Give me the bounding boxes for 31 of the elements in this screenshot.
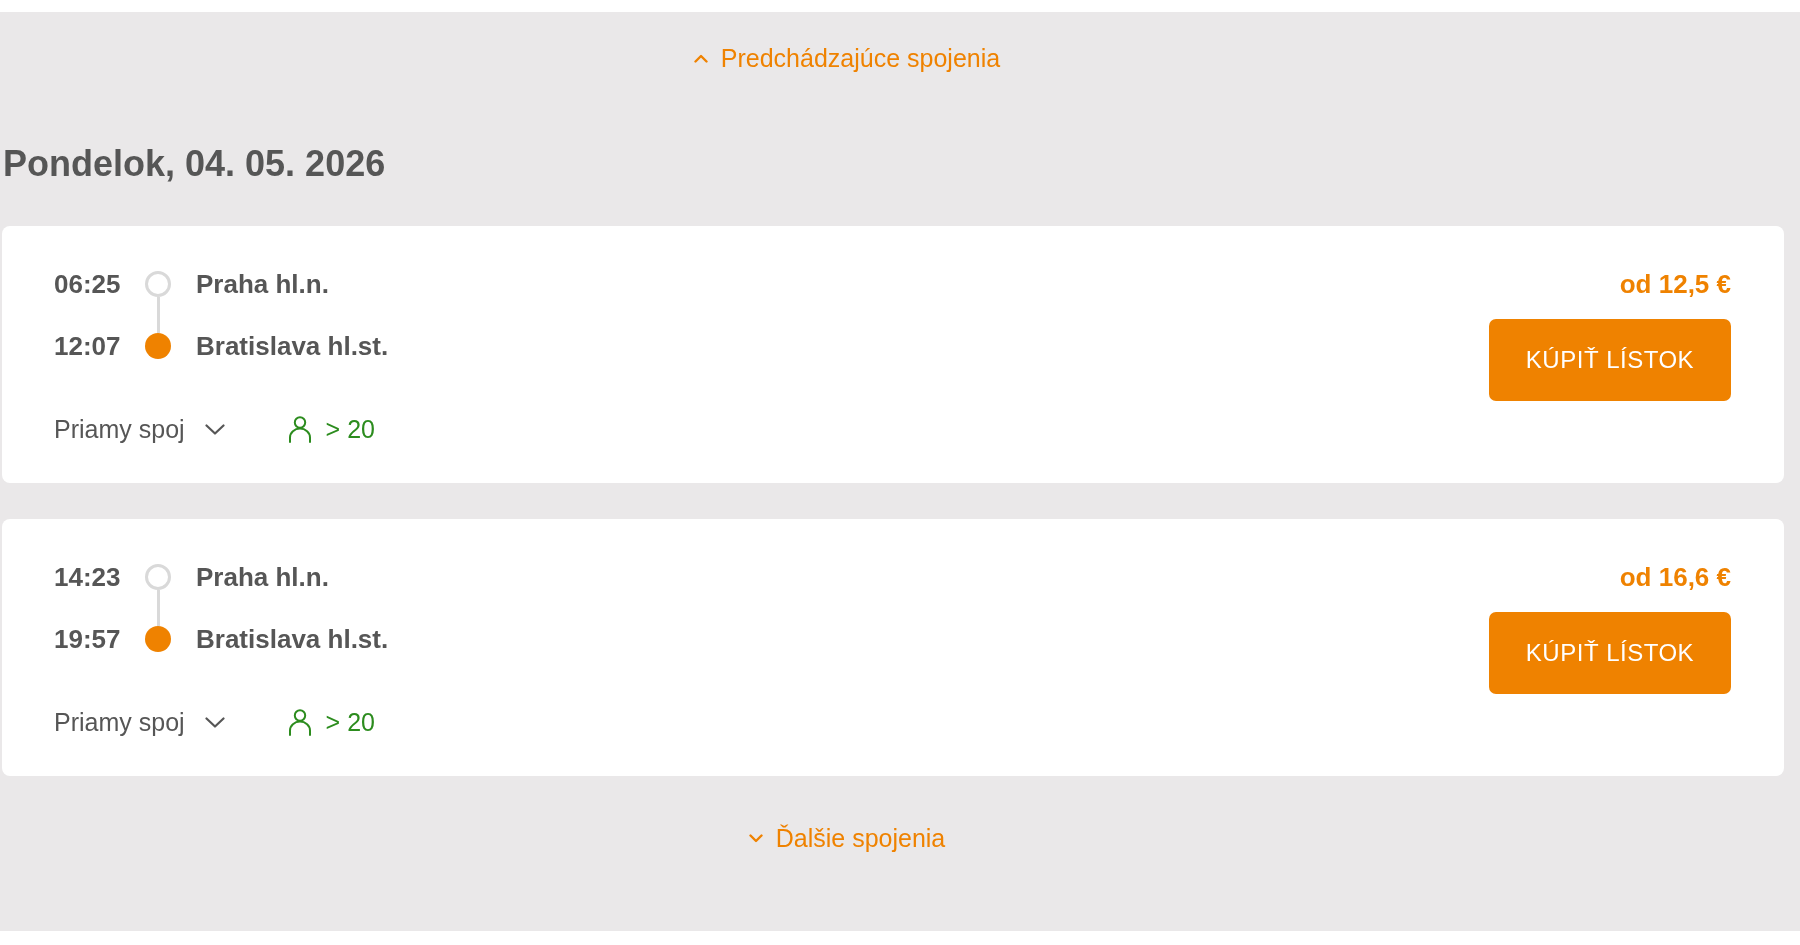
- departure-time: 14:23: [54, 564, 122, 590]
- chevron-down-icon: [204, 716, 225, 728]
- station-name: Bratislava hl.st.: [196, 626, 389, 652]
- arrival-time: 12:07: [54, 333, 122, 359]
- buy-ticket-button[interactable]: KÚPIŤ LÍSTOK: [1489, 612, 1731, 694]
- free-seats-count: > 20: [325, 707, 375, 737]
- stop-dot-icon: [145, 626, 171, 652]
- stop-ring-icon: [145, 564, 171, 590]
- stop-dot-icon: [145, 333, 171, 359]
- person-icon: [287, 415, 312, 443]
- connection-type-toggle[interactable]: Priamy spoj: [54, 414, 225, 444]
- stop-ring-icon: [145, 271, 171, 297]
- arrival-time: 19:57: [54, 626, 122, 652]
- chevron-up-icon: [693, 53, 708, 63]
- date-heading: Pondelok, 04. 05. 2026: [2, 142, 386, 186]
- free-seats-count: > 20: [325, 414, 375, 444]
- price-label: od 16,6 €: [1619, 564, 1731, 590]
- station-name: Bratislava hl.st.: [196, 333, 389, 359]
- route-line: [156, 590, 160, 626]
- chevron-down-icon: [204, 423, 225, 435]
- price-label: od 12,5 €: [1619, 271, 1731, 297]
- station-name: Praha hl.n.: [196, 564, 329, 590]
- route-line: [156, 297, 160, 333]
- next-connections-link[interactable]: Ďalšie spojenia: [748, 823, 946, 853]
- buy-ticket-button[interactable]: KÚPIŤ LÍSTOK: [1489, 319, 1731, 401]
- departure-time: 06:25: [54, 271, 122, 297]
- connection-type-toggle[interactable]: Priamy spoj: [54, 707, 225, 737]
- chevron-down-icon: [748, 833, 763, 843]
- person-icon: [287, 708, 312, 736]
- station-name: Praha hl.n.: [196, 271, 329, 297]
- previous-connections-link[interactable]: Predchádzajúce spojenia: [693, 43, 1001, 73]
